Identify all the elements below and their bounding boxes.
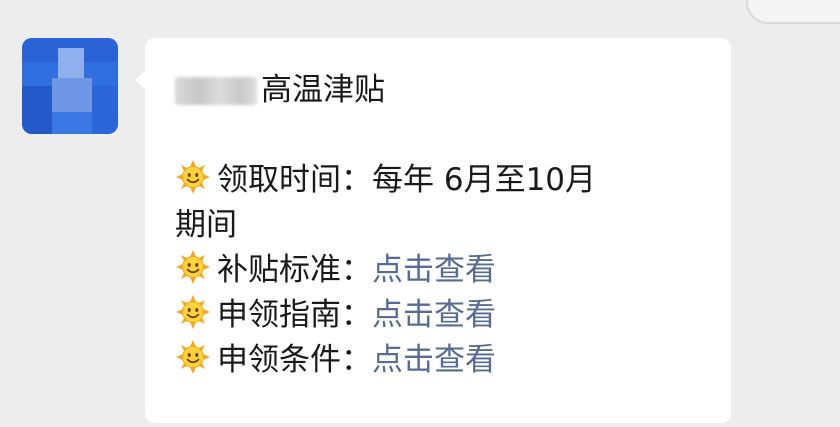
message-title-row: 高温津贴 [175, 68, 707, 113]
avatar-pixel [22, 86, 52, 134]
line-separator: ： [341, 297, 372, 333]
message-title: 高温津贴 [261, 72, 385, 108]
message-text: 高温津贴 领取时间：每年 6月至10月 期间 补贴标准：点击查看 申领指南：点击… [175, 68, 707, 383]
collection-time-continuation: 期间 [175, 207, 237, 243]
collection-time-value: 每年 6月至10月 [372, 162, 597, 198]
line-separator: ： [341, 342, 372, 378]
avatar-pixel [92, 86, 118, 134]
line-label: 申领指南 [217, 297, 341, 333]
line-continuation: 期间 [175, 203, 707, 248]
sun-emoji-icon [176, 295, 210, 329]
line-subsidy-standard: 补贴标准：点击查看 [175, 248, 707, 293]
application-guide-link[interactable]: 点击查看 [372, 297, 496, 333]
line-separator: ： [341, 162, 372, 198]
line-collection-time: 领取时间：每年 6月至10月 [175, 158, 707, 203]
line-label: 领取时间 [217, 162, 341, 198]
avatar-pixel [52, 112, 92, 134]
line-label: 补贴标准 [217, 252, 341, 288]
line-application-conditions: 申领条件：点击查看 [175, 338, 707, 383]
sun-emoji-icon [176, 250, 210, 284]
line-separator: ： [341, 252, 372, 288]
avatar-pixel [58, 48, 84, 78]
previous-message-bubble-edge [746, 0, 840, 24]
sun-emoji-icon [176, 340, 210, 374]
avatar-pixel [52, 78, 92, 112]
line-label: 申领条件 [217, 342, 341, 378]
sender-avatar[interactable] [22, 38, 118, 134]
redacted-sender-name [175, 76, 257, 105]
application-conditions-link[interactable]: 点击查看 [372, 342, 496, 378]
subsidy-standard-link[interactable]: 点击查看 [372, 252, 496, 288]
message-bubble[interactable]: 高温津贴 领取时间：每年 6月至10月 期间 补贴标准：点击查看 申领指南：点击… [145, 38, 731, 423]
sun-emoji-icon [176, 160, 210, 194]
line-application-guide: 申领指南：点击查看 [175, 293, 707, 338]
